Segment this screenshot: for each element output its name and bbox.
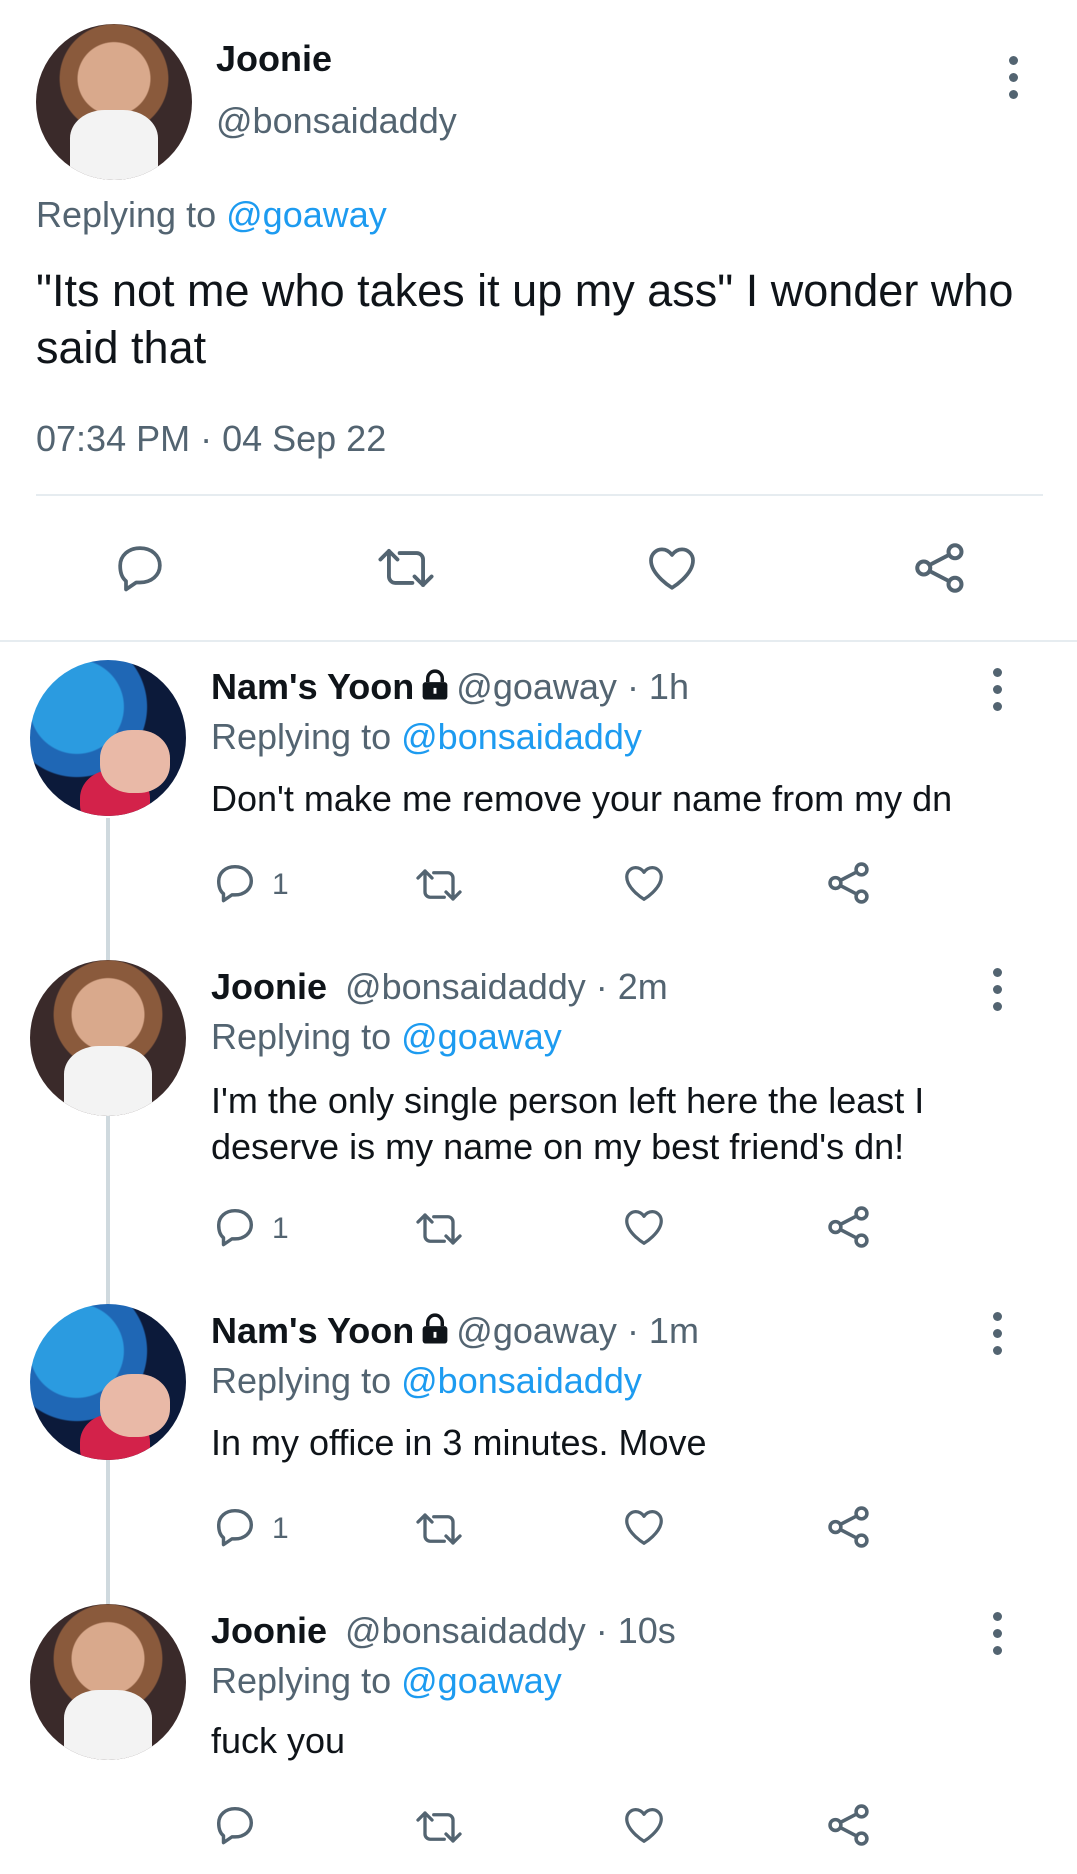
lock-icon	[420, 668, 450, 710]
thread-line	[106, 818, 110, 1606]
share-icon[interactable]	[910, 538, 970, 598]
reply-header: Joonie @bonsaidaddy · 2m	[211, 966, 668, 1008]
reply-avatar[interactable]	[30, 1304, 186, 1460]
comment-icon[interactable]	[212, 1802, 258, 1848]
like-icon[interactable]	[620, 1802, 668, 1848]
reply-avatar[interactable]	[30, 960, 186, 1116]
like-icon[interactable]	[620, 860, 668, 906]
reply-handle[interactable]: @bonsaidaddy	[345, 1610, 586, 1651]
tweet-text: "Its not me who takes it up my ass" I wo…	[36, 265, 1014, 373]
replying-to-label: Replying to	[211, 1660, 392, 1701]
like-icon[interactable]	[620, 1204, 668, 1250]
reply-time: · 1m	[626, 1310, 699, 1351]
divider	[36, 494, 1043, 496]
replying-to: Replying to @bonsaidaddy	[211, 716, 642, 758]
replying-to: Replying to @goaway	[36, 194, 387, 236]
reply-handle[interactable]: @goaway	[456, 1310, 617, 1351]
reply-text: Don't make me remove your name from my d…	[211, 778, 953, 819]
replying-to-label: Replying to	[211, 1016, 392, 1057]
reply-author-name[interactable]: Joonie	[211, 1610, 327, 1651]
more-options-icon[interactable]	[993, 968, 1002, 1011]
reply-header: Nam's Yoon @goaway · 1h	[211, 666, 689, 710]
reply-handle[interactable]: @goaway	[456, 666, 617, 707]
comment-icon[interactable]	[212, 1204, 258, 1250]
comment-icon[interactable]	[112, 540, 168, 596]
reply-count: 1	[272, 1512, 289, 1545]
reply-count: 1	[272, 868, 289, 901]
more-options-icon[interactable]	[993, 1312, 1002, 1355]
replying-to-handle[interactable]: @goaway	[401, 1016, 562, 1057]
author-name[interactable]: Joonie	[216, 38, 332, 80]
reply-avatar[interactable]	[30, 660, 186, 816]
replying-to-handle[interactable]: @bonsaidaddy	[401, 716, 642, 757]
reply-count: 1	[272, 1212, 289, 1245]
retweet-icon[interactable]	[412, 1806, 466, 1848]
reply-author-name[interactable]: Nam's Yoon	[211, 1310, 414, 1351]
reply-text: In my office in 3 minutes. Move	[211, 1422, 707, 1463]
replying-to-handle[interactable]: @goaway	[226, 194, 387, 235]
reply-avatar[interactable]	[30, 1604, 186, 1760]
share-icon[interactable]	[824, 1502, 874, 1552]
author-avatar[interactable]	[36, 24, 192, 180]
replying-to-label: Replying to	[211, 1360, 392, 1401]
retweet-icon[interactable]	[374, 542, 438, 594]
reply-text-line: I'm the only single person left here the…	[211, 1080, 925, 1121]
tweet-timestamp: 07:34 PM · 04 Sep 22	[36, 418, 387, 459]
retweet-icon[interactable]	[412, 1508, 466, 1550]
reply-text-line: deserve is my name on my best friend's d…	[211, 1126, 905, 1167]
replying-to-handle[interactable]: @goaway	[401, 1660, 562, 1701]
replying-to-label: Replying to	[211, 716, 392, 757]
reply-handle[interactable]: @bonsaidaddy	[345, 966, 586, 1007]
replying-to: Replying to @goaway	[211, 1660, 562, 1702]
replying-to-label: Replying to	[36, 194, 217, 235]
reply-text: I'm the only single person left here the…	[211, 1078, 924, 1170]
more-options-icon[interactable]	[1009, 56, 1018, 99]
retweet-icon[interactable]	[412, 1208, 466, 1250]
like-icon[interactable]	[620, 1504, 668, 1550]
reply-time: · 10s	[595, 1610, 676, 1651]
share-icon[interactable]	[824, 1800, 874, 1850]
reply-author-name[interactable]: Nam's Yoon	[211, 666, 414, 707]
reply-author-name[interactable]: Joonie	[211, 966, 327, 1007]
comment-icon[interactable]	[212, 1504, 258, 1550]
replying-to-handle[interactable]: @bonsaidaddy	[401, 1360, 642, 1401]
reply-time: · 2m	[595, 966, 668, 1007]
reply-text: fuck you	[211, 1720, 346, 1761]
comment-icon[interactable]	[212, 860, 258, 906]
replying-to: Replying to @goaway	[211, 1016, 562, 1058]
reply-header: Nam's Yoon @goaway · 1m	[211, 1310, 699, 1354]
lock-icon	[420, 1312, 450, 1354]
reply-header: Joonie @bonsaidaddy · 10s	[211, 1610, 676, 1652]
like-icon[interactable]	[643, 540, 701, 596]
reply-time: · 1h	[626, 666, 689, 707]
share-icon[interactable]	[824, 858, 874, 908]
author-handle[interactable]: @bonsaidaddy	[216, 100, 457, 142]
share-icon[interactable]	[824, 1202, 874, 1252]
section-divider	[0, 640, 1077, 642]
replying-to: Replying to @bonsaidaddy	[211, 1360, 642, 1402]
more-options-icon[interactable]	[993, 668, 1002, 711]
retweet-icon[interactable]	[412, 864, 466, 906]
more-options-icon[interactable]	[993, 1612, 1002, 1655]
